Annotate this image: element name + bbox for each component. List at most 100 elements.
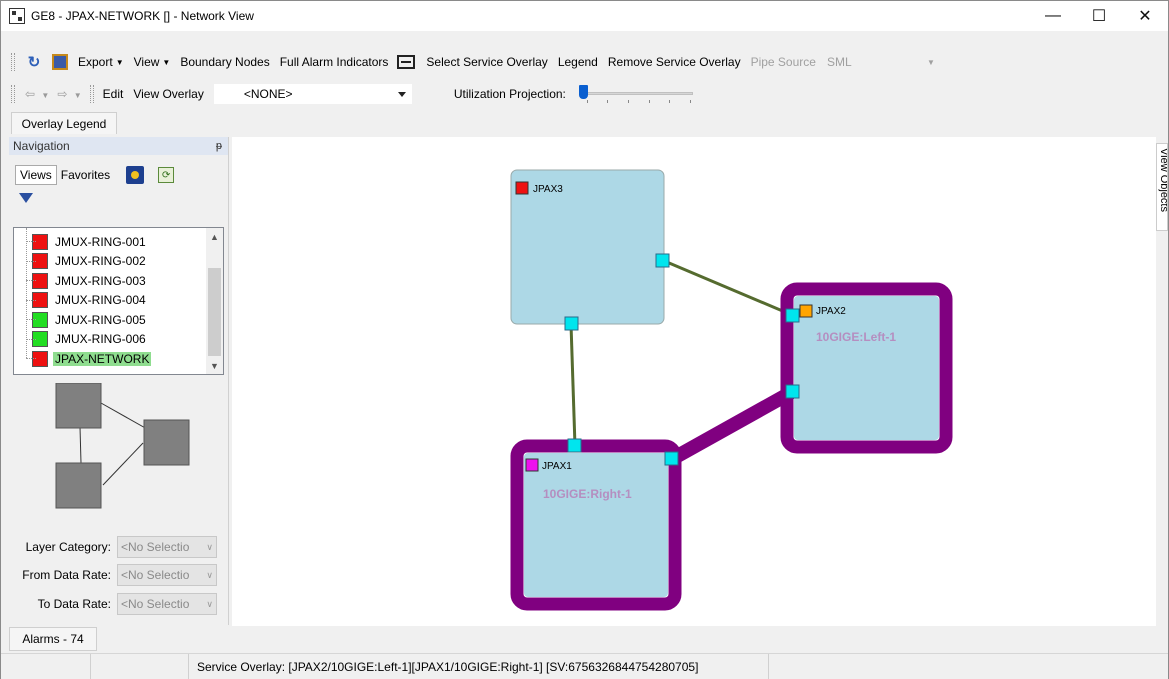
close-button[interactable]: ✕ (1122, 1, 1168, 31)
utilization-projection-label: Utilization Projection: (453, 87, 566, 101)
pin-icon[interactable]: ᵽ (216, 140, 222, 152)
tree-item[interactable]: JMUX-RING-001 (26, 232, 148, 251)
scroll-down-icon[interactable]: ▼ (206, 357, 223, 374)
refresh-icon[interactable]: ⟳ (158, 167, 175, 183)
tree-scrollbar[interactable]: ▲ ▼ (206, 228, 223, 374)
remove-service-overlay-button[interactable]: Remove Service Overlay (603, 51, 746, 73)
filter-icon[interactable] (19, 193, 33, 203)
overlay-legend-tab[interactable]: Overlay Legend (11, 112, 117, 134)
edit-button[interactable]: Edit (98, 83, 129, 105)
app-window: GE8 - JPAX-NETWORK [] - Network View — ☐… (0, 0, 1169, 679)
view-label: View (133, 55, 160, 69)
tree-item[interactable]: JPAX-NETWORK (26, 349, 152, 368)
tree-item-label: JPAX-NETWORK (53, 351, 152, 366)
export-menu[interactable]: Export ▼ (73, 51, 129, 73)
view-menu[interactable]: View ▼ (129, 51, 176, 73)
node-jpax1[interactable]: JPAX1 10GIGE:Right-1 (510, 439, 682, 611)
alarms-tab[interactable]: Alarms - 74 (9, 627, 97, 651)
slider-track (582, 92, 693, 95)
minimize-button[interactable]: — (1030, 1, 1076, 31)
chevron-down-icon (397, 91, 406, 97)
new-view-icon[interactable] (126, 166, 145, 184)
to-data-rate-label: To Data Rate: (37, 597, 111, 611)
overview-minimap[interactable] (51, 383, 191, 523)
chevron-down-icon: ∨ (206, 541, 213, 552)
utilization-projection-slider[interactable] (577, 83, 697, 105)
tree-item[interactable]: JMUX-RING-004 (26, 291, 148, 310)
port-jpax3-east[interactable] (655, 253, 670, 268)
refresh-icon[interactable]: ↻ (26, 54, 42, 71)
app-icon (9, 8, 25, 24)
tree-connector (26, 338, 36, 340)
tree-item-label: JMUX-RING-002 (55, 254, 146, 268)
slider-ticks (586, 100, 691, 103)
scroll-up-icon[interactable]: ▲ (206, 228, 223, 245)
link-jpax3-jpax2[interactable] (661, 258, 793, 317)
tree-item-label: JMUX-RING-004 (55, 293, 146, 307)
tree-item-label: JMUX-RING-001 (55, 234, 146, 249)
tree-item[interactable]: JMUX-RING-005 (26, 310, 148, 329)
port-jpax3-south[interactable] (564, 316, 579, 331)
maximize-button[interactable]: ☐ (1076, 1, 1122, 31)
status-cell-empty (91, 654, 189, 679)
service-overlay-icon[interactable] (397, 55, 416, 69)
chevron-down-icon: ▼ (927, 57, 935, 67)
status-bar: Service Overlay: [JPAX2/10GIGE:Left-1][J… (1, 653, 1168, 679)
node-label: JPAX1 (542, 461, 572, 472)
port-jpax1-east[interactable] (664, 451, 679, 466)
node-jpax3[interactable]: JPAX3 (510, 169, 665, 325)
legend-button[interactable]: Legend (553, 51, 603, 73)
boundary-nodes-button[interactable]: Boundary Nodes (175, 51, 274, 73)
window-title: GE8 - JPAX-NETWORK [] - Network View (31, 9, 254, 23)
window-controls: — ☐ ✕ (1030, 1, 1168, 31)
navigation-tabs: Views Favorites ⟳ (9, 163, 228, 187)
node-jpax2[interactable]: JPAX2 10GIGE:Left-1 (780, 282, 953, 454)
tree-item[interactable]: JMUX-RING-002 (26, 252, 148, 271)
tab-favorites[interactable]: Favorites (57, 166, 114, 184)
port-label: 10GIGE:Right-1 (543, 487, 632, 501)
status-indicator (799, 304, 813, 318)
network-canvas[interactable]: JPAX3 JPAX2 10GIGE:Left-1 JPAX1 10GIGE:R… (232, 137, 1156, 626)
minimap-node (55, 462, 102, 509)
toolbar-grip[interactable] (11, 85, 15, 103)
tree-item[interactable]: JMUX-RING-006 (26, 330, 148, 349)
view-overlay-select[interactable]: <NONE> (212, 83, 413, 105)
link-jpax3-jpax1[interactable] (569, 323, 577, 447)
from-data-rate-value: <No Selectio (121, 568, 190, 582)
toolbar-separator (89, 85, 94, 103)
to-data-rate-row: To Data Rate: <No Selectio ∨ (9, 593, 229, 615)
chevron-down-icon: ▼ (162, 57, 171, 67)
status-indicator (515, 181, 529, 195)
title-bar: GE8 - JPAX-NETWORK [] - Network View — ☐… (1, 1, 1168, 31)
layer-category-value: <No Selectio (121, 540, 190, 554)
tree-item[interactable]: JMUX-RING-003 (26, 271, 148, 290)
chevron-down-icon: ∨ (206, 598, 213, 609)
service-overlay-pipe[interactable] (668, 385, 796, 466)
select-icon[interactable] (52, 54, 68, 70)
pipe-source-label: Pipe Source (750, 55, 816, 69)
pipe-source-select[interactable]: SML ▼ (821, 52, 941, 72)
layer-category-select[interactable]: <No Selectio ∨ (117, 536, 217, 558)
port-jpax2-west-top[interactable] (785, 308, 800, 323)
toolbar-grip[interactable] (11, 53, 15, 71)
chevron-down-icon: ∨ (206, 569, 213, 580)
select-service-overlay-button[interactable]: Select Service Overlay (421, 51, 552, 73)
port-jpax2-west[interactable] (785, 384, 800, 399)
tree-item-label: JMUX-RING-006 (55, 332, 146, 346)
slider-thumb[interactable] (578, 85, 588, 99)
node-label: JPAX2 (816, 306, 846, 317)
to-data-rate-value: <No Selectio (121, 597, 190, 611)
forward-button[interactable]: ⇨ ▼ (53, 87, 85, 101)
full-alarm-indicators-button[interactable]: Full Alarm Indicators (275, 51, 394, 73)
secondary-toolbar: ⇦ ▼ ⇨ ▼ Edit View Overlay <NONE> Utiliza… (1, 81, 1168, 107)
back-button[interactable]: ⇦ ▼ (21, 87, 53, 101)
pipe-source-value: SML (826, 55, 852, 69)
navigation-header: Navigation ᵽ (9, 137, 228, 155)
view-objects-tab[interactable]: View Objects (1156, 143, 1168, 231)
from-data-rate-select[interactable]: <No Selectio ∨ (117, 564, 217, 586)
to-data-rate-select[interactable]: <No Selectio ∨ (117, 593, 217, 615)
scrollbar-thumb[interactable] (208, 268, 221, 356)
minimap-node (143, 419, 190, 466)
tab-views[interactable]: Views (15, 165, 57, 185)
port-jpax1-north[interactable] (567, 438, 582, 453)
